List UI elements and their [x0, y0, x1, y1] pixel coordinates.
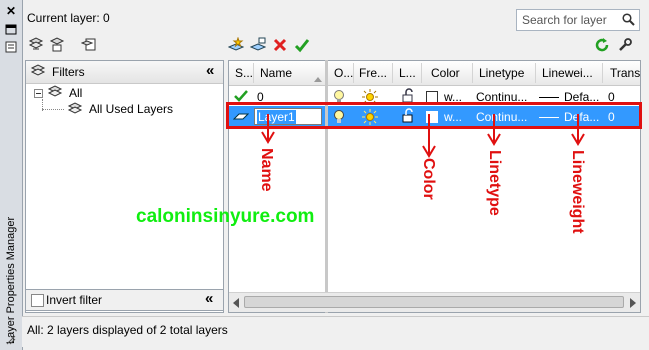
- collapse-panel-icon[interactable]: «: [205, 290, 213, 307]
- lineweight-sample: [539, 97, 559, 98]
- scroll-right-icon[interactable]: [629, 297, 637, 311]
- search-icon[interactable]: [622, 13, 635, 29]
- scroll-thumb[interactable]: [244, 296, 624, 308]
- resize-grip-icon[interactable]: [4, 333, 18, 347]
- filter-tree-header: Filters «: [26, 61, 223, 84]
- collapse-panel-icon[interactable]: «: [206, 62, 214, 79]
- column-freeze[interactable]: Fre...: [359, 66, 387, 80]
- filters-header-label: Filters: [52, 65, 85, 79]
- tree-connector: [42, 109, 64, 111]
- column-lineweight[interactable]: Linewei...: [542, 66, 593, 80]
- used-layers-filter-icon: [67, 102, 83, 119]
- invert-filter-row: Invert filter «: [25, 289, 224, 311]
- search-placeholder: Search for layer: [522, 13, 607, 27]
- invert-filter-checkbox[interactable]: [31, 294, 44, 307]
- watermark-text: caloninsinyure.com: [136, 206, 315, 227]
- column-name[interactable]: Name: [260, 66, 292, 80]
- settings-wrench-icon[interactable]: [616, 36, 634, 54]
- column-header-row: S... Name O... Fre... L... Color Linetyp…: [229, 61, 640, 86]
- column-linetype[interactable]: Linetype: [479, 66, 524, 80]
- set-current-icon[interactable]: [293, 36, 311, 54]
- column-color[interactable]: Color: [431, 66, 460, 80]
- all-filter-icon: [47, 85, 63, 102]
- tree-item-all[interactable]: All: [69, 86, 82, 100]
- filters-icon: [30, 64, 46, 81]
- new-property-filter-icon[interactable]: [27, 36, 45, 54]
- layer-states-manager-icon[interactable]: [80, 36, 98, 54]
- sort-arrow-icon: [314, 71, 322, 85]
- annotation-arrow: [487, 114, 501, 146]
- close-icon[interactable]: ✕: [4, 4, 18, 18]
- panel-splitter[interactable]: [325, 60, 328, 313]
- current-layer-label: Current layer: 0: [27, 11, 110, 25]
- new-group-filter-icon[interactable]: [48, 36, 66, 54]
- invert-filter-label: Invert filter: [46, 293, 103, 307]
- annotation-color-label: Color: [420, 158, 437, 200]
- annotation-arrow: [422, 114, 436, 158]
- tree-collapse-toggle-icon[interactable]: [34, 87, 43, 101]
- annotation-name-label: Name: [258, 148, 275, 192]
- status-text: All: 2 layers displayed of 2 total layer…: [27, 323, 228, 337]
- horizontal-scrollbar[interactable]: [229, 292, 640, 312]
- delete-layer-icon[interactable]: [271, 36, 289, 54]
- column-lock[interactable]: L...: [399, 66, 416, 80]
- annotation-lineweight-label: Lineweight: [569, 150, 586, 234]
- refresh-icon[interactable]: [593, 36, 611, 54]
- palette-title-strip: ✕ Layer Properties Manager: [0, 0, 23, 350]
- column-transparency[interactable]: Trans...: [610, 66, 640, 80]
- column-status[interactable]: S...: [235, 66, 253, 80]
- scroll-left-icon[interactable]: [232, 297, 240, 311]
- palette-title: Layer Properties Manager: [5, 216, 17, 344]
- tree-item-all-used-layers[interactable]: All Used Layers: [89, 102, 173, 116]
- new-layer-vp-frozen-icon[interactable]: [249, 36, 267, 54]
- annotation-arrow: [571, 114, 585, 146]
- filter-tree-panel: Filters « All All Used Layers: [25, 60, 224, 313]
- column-on[interactable]: O...: [334, 66, 353, 80]
- annotation-arrow: [261, 114, 275, 144]
- new-layer-icon[interactable]: [227, 36, 245, 54]
- annotation-linetype-label: Linetype: [486, 150, 503, 216]
- search-input[interactable]: Search for layer: [516, 9, 640, 31]
